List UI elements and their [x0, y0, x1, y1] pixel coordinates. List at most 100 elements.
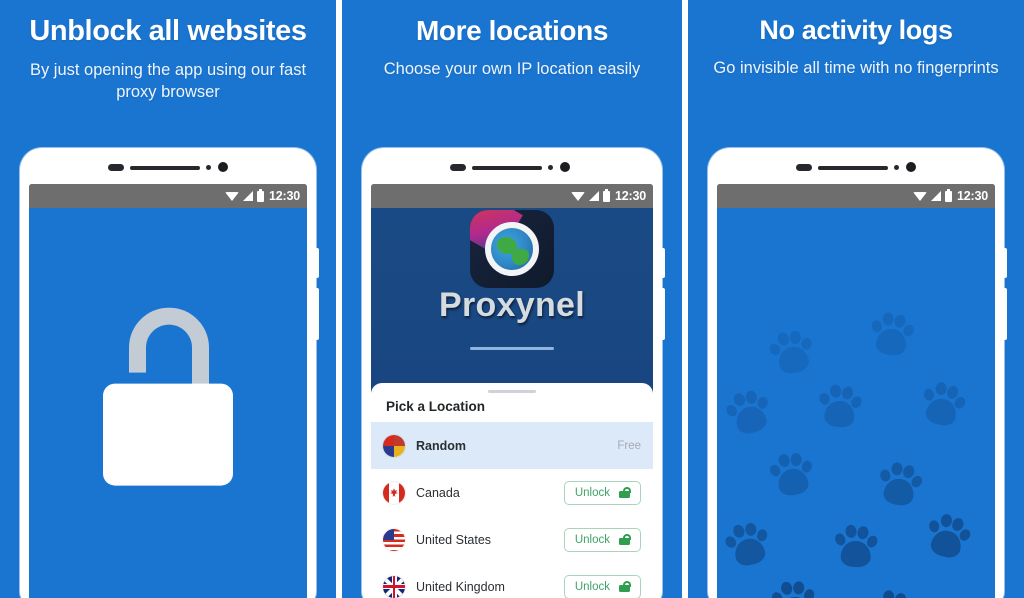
phone2-power-button[interactable]	[662, 288, 665, 340]
phone1-clock: 12:30	[269, 189, 300, 203]
free-badge: Free	[617, 439, 641, 452]
phone1-top-bezel	[20, 148, 316, 184]
paw-print-icon	[866, 587, 918, 598]
panel1-subtitle: By just opening the app using our fast p…	[29, 60, 307, 102]
battery-icon	[603, 188, 611, 202]
battery-icon	[257, 188, 265, 202]
speaker-pill-icon	[796, 164, 812, 171]
panel3-heading-block: No activity logs Go invisible all time w…	[688, 15, 1024, 79]
phone3-volume-button[interactable]	[1004, 248, 1007, 278]
globe-app-icon	[470, 210, 554, 288]
panel2-heading-block: More locations Choose your own IP locati…	[342, 15, 682, 80]
unlock-label: Unlock	[574, 580, 610, 593]
speaker-pill-icon	[108, 164, 124, 171]
wifi-icon	[571, 191, 586, 201]
panel1-heading-block: Unblock all websites By just opening the…	[0, 15, 336, 103]
sheet-drag-handle[interactable]	[488, 390, 536, 393]
phone3-screen: 12:30	[717, 184, 995, 598]
list-item-united-kingdom[interactable]: United Kingdom Unlock	[371, 563, 653, 598]
unlock-button[interactable]: Unlock	[563, 574, 641, 598]
list-item-random[interactable]: Random Free	[371, 422, 653, 469]
lock-icon	[619, 534, 631, 545]
usa-flag-icon	[383, 528, 405, 551]
phone3-power-button[interactable]	[1004, 288, 1007, 340]
panel3-subtitle: Go invisible all time with no fingerprin…	[713, 58, 999, 77]
lock-icon	[619, 581, 631, 592]
app-name-label: Proxynel	[438, 286, 586, 324]
unlock-button[interactable]: Unlock	[563, 480, 641, 505]
signal-icon	[589, 191, 600, 201]
paw-prints-pattern	[717, 208, 995, 598]
phone2-top-bezel	[362, 148, 662, 184]
battery-icon	[945, 188, 953, 202]
unlock-label: Unlock	[574, 486, 610, 499]
app-store-screenshot-set: Unblock all websites By just opening the…	[0, 0, 1024, 598]
proxynel-splash-screen: Proxynel Pick a Location Random Free Can…	[371, 208, 653, 598]
unlock-button[interactable]: Unlock	[563, 527, 641, 552]
panel-no-activity-logs: No activity logs Go invisible all time w…	[688, 0, 1024, 598]
phone1-status-icons	[225, 188, 265, 202]
location-name: United States	[416, 532, 492, 547]
paw-print-icon	[867, 310, 918, 361]
panel-unblock-all-websites: Unblock all websites By just opening the…	[0, 0, 336, 598]
pick-a-location-sheet: Pick a Location Random Free Canada Unloc…	[371, 383, 653, 598]
signal-icon	[243, 191, 254, 201]
phone2-volume-button[interactable]	[662, 248, 665, 278]
panel2-title: More locations	[416, 15, 608, 46]
proximity-sensor-icon	[206, 165, 211, 170]
front-camera-icon	[560, 162, 570, 172]
phone1-status-bar: 12:30	[29, 184, 307, 208]
paw-print-icon	[915, 377, 970, 432]
paw-print-icon	[721, 385, 778, 442]
phone3-status-bar: 12:30	[717, 184, 995, 208]
signal-icon	[931, 191, 942, 201]
uk-flag-icon	[383, 575, 405, 598]
phone-mockup-3: 12:30	[708, 148, 1007, 598]
paw-print-icon	[832, 523, 880, 571]
earpiece-grille-icon	[818, 165, 888, 170]
loading-progress-bar	[470, 347, 554, 350]
phone-mockup-1: 12:30	[20, 148, 319, 598]
sheet-title: Pick a Location	[386, 399, 486, 414]
phone1-volume-button[interactable]	[316, 248, 319, 278]
paw-print-icon	[874, 459, 927, 512]
location-name: Canada	[416, 485, 460, 500]
phone3-status-icons	[913, 188, 953, 202]
open-padlock-icon	[103, 307, 233, 488]
list-item-united-states[interactable]: United States Unlock	[371, 516, 653, 563]
front-camera-icon	[218, 162, 228, 172]
location-name: Random	[416, 438, 466, 453]
phone1-screen: 12:30	[29, 184, 307, 598]
phone3-top-bezel	[708, 148, 1004, 184]
earpiece-grille-icon	[130, 165, 200, 170]
phone3-clock: 12:30	[957, 189, 988, 203]
paw-print-icon	[720, 517, 776, 573]
panel-more-locations: More locations Choose your own IP locati…	[342, 0, 682, 598]
earpiece-grille-icon	[472, 165, 542, 170]
paw-print-icon	[765, 326, 820, 381]
speaker-pill-icon	[450, 164, 466, 171]
panel1-title: Unblock all websites	[29, 15, 307, 47]
canada-flag-icon	[383, 481, 405, 504]
phone2-status-icons	[571, 188, 611, 202]
phone2-clock: 12:30	[615, 189, 646, 203]
padlock-body	[103, 383, 233, 486]
phone2-status-bar: 12:30	[371, 184, 653, 208]
paw-print-icon	[920, 509, 976, 565]
phone-mockup-2: 12:30 Proxynel Pick a Location Random Fr…	[362, 148, 665, 598]
random-flags-icon	[383, 434, 405, 457]
logo-globe-ring	[485, 222, 539, 276]
wifi-icon	[225, 191, 240, 201]
phone1-power-button[interactable]	[316, 288, 319, 340]
list-item-canada[interactable]: Canada Unlock	[371, 469, 653, 516]
panel3-title: No activity logs	[759, 15, 953, 45]
proximity-sensor-icon	[548, 165, 553, 170]
paw-print-icon	[766, 449, 819, 502]
front-camera-icon	[906, 162, 916, 172]
phone2-screen: 12:30 Proxynel Pick a Location Random Fr…	[371, 184, 653, 598]
location-name: United Kingdom	[416, 579, 505, 594]
padlock-shackle	[129, 307, 209, 413]
location-list[interactable]: Random Free Canada Unlock United States …	[371, 422, 653, 598]
paw-print-icon	[815, 382, 864, 431]
lock-icon	[619, 487, 631, 498]
